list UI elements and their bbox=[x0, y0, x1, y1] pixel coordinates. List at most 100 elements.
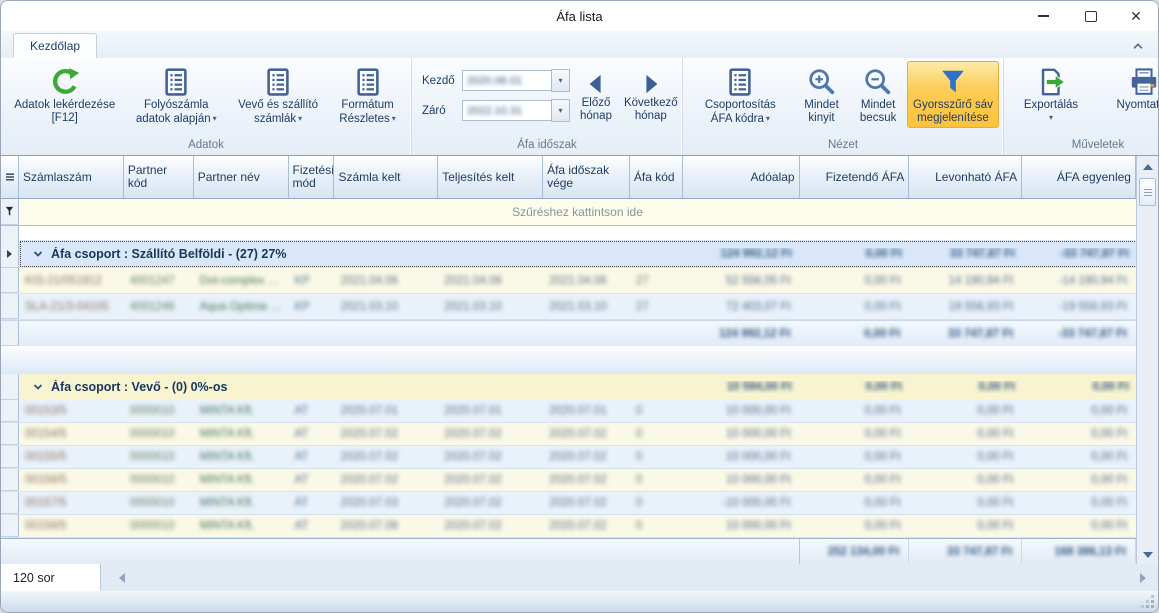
group-total-cell: 0,00 Ft bbox=[1024, 381, 1137, 393]
column-header-5[interactable]: Teljesítés kelt bbox=[438, 156, 543, 198]
cell: 00154/5 bbox=[19, 423, 124, 445]
column-header-10[interactable]: Levonható ÁFA bbox=[909, 156, 1022, 198]
maximize-button[interactable] bbox=[1071, 1, 1111, 31]
column-header-1[interactable]: Partner kód bbox=[124, 156, 194, 198]
column-header-0[interactable]: Számlaszám bbox=[19, 156, 124, 198]
end-date-field[interactable]: 2022.10.31 bbox=[462, 100, 551, 121]
table-row[interactable]: SLA-21/3-041054001246Aqua Optima …KP2021… bbox=[1, 294, 1136, 320]
end-date-dropdown-button[interactable]: ▾ bbox=[551, 99, 570, 122]
column-header-8[interactable]: Adóalap bbox=[683, 156, 800, 198]
column-header-11[interactable]: ÁFA egyenleg bbox=[1022, 156, 1136, 198]
cell: 0,00 Ft bbox=[1022, 515, 1136, 537]
table-row[interactable]: 00153/50000010MINTA Kft.AT2020.07.012020… bbox=[1, 400, 1136, 423]
scroll-left-button[interactable] bbox=[113, 564, 131, 591]
cell: 0,00 Ft bbox=[1022, 492, 1136, 514]
start-date-field[interactable]: 2020.06.01 bbox=[462, 70, 551, 91]
cell: 0 bbox=[630, 423, 683, 445]
cell: 0,00 Ft bbox=[1022, 469, 1136, 491]
cell: 2021.03.10 bbox=[334, 294, 438, 319]
vertical-scrollbar[interactable] bbox=[1136, 156, 1158, 565]
table-row[interactable]: 00158/50000010MINTA Kft.AT2020.07.062020… bbox=[1, 515, 1136, 538]
scroll-up-button[interactable] bbox=[1138, 157, 1157, 176]
cell: 0,00 Ft bbox=[909, 492, 1022, 514]
scroll-right-button[interactable] bbox=[1134, 564, 1152, 591]
refresh-data-button[interactable]: Adatok lekérdezése [F12] bbox=[5, 61, 124, 128]
column-header-4[interactable]: Számla kelt bbox=[334, 156, 438, 198]
cell: KP bbox=[289, 294, 335, 319]
cell: 2020.07.02 bbox=[438, 423, 543, 445]
cell: 2020.07.01 bbox=[334, 400, 438, 422]
collapse-all-button[interactable]: Mindet becsuk bbox=[849, 61, 907, 128]
group-row[interactable]: Áfa csoport : Szállító Belföldi - (27) 2… bbox=[1, 240, 1136, 268]
grip-icon bbox=[5, 172, 15, 182]
column-header-3[interactable]: Fizetési mód bbox=[289, 156, 335, 198]
table-row[interactable]: 00154/50000010MINTA Kft.AT2020.07.022020… bbox=[1, 423, 1136, 446]
ribbon-tab-bar: Kezdőlap bbox=[1, 31, 1158, 58]
list-icon bbox=[725, 67, 755, 97]
cell: 0000010 bbox=[124, 400, 194, 422]
group-by-vat-code-button[interactable]: Csoportosítás ÁFA kódra▾ bbox=[687, 61, 794, 129]
cell: Dot-complex … bbox=[194, 268, 289, 293]
filter-row[interactable]: Szűréshez kattintson ide bbox=[1, 199, 1136, 226]
previous-month-button[interactable]: Előző hónap bbox=[574, 61, 618, 126]
cell: 2020.07.01 bbox=[438, 400, 543, 422]
cell: SLA-21/3-04105 bbox=[19, 294, 124, 319]
end-date-label: Záró bbox=[422, 105, 462, 117]
expand-all-button[interactable]: Mindet kinyit bbox=[794, 61, 850, 128]
cell: MINTA Kft. bbox=[194, 400, 289, 422]
column-header-2[interactable]: Partner név bbox=[194, 156, 289, 198]
close-button[interactable]: ✕ bbox=[1116, 1, 1156, 31]
export-button[interactable]: Exportálás ▾ bbox=[1008, 61, 1094, 125]
cell: 00158/5 bbox=[19, 515, 124, 537]
subtotal-cell: 0,00 Ft bbox=[800, 321, 910, 346]
scroll-down-button[interactable] bbox=[1138, 545, 1157, 564]
quick-filter-toggle-button[interactable]: Gyorsszűrő sáv megjelenítése bbox=[907, 61, 999, 128]
minimize-button[interactable] bbox=[1023, 1, 1063, 31]
formatum-button[interactable]: Formátum Részletes▾ bbox=[328, 61, 407, 129]
vertical-scrollbar-thumb[interactable] bbox=[1139, 178, 1156, 206]
list-icon bbox=[161, 67, 191, 97]
close-icon: ✕ bbox=[1130, 9, 1142, 23]
cell: 2020.07.02 bbox=[438, 515, 543, 537]
column-header-label: Teljesítés kelt bbox=[442, 171, 514, 184]
table-row[interactable]: 00155/50000010MINTA Kft.AT2020.07.022020… bbox=[1, 446, 1136, 469]
resize-grip[interactable] bbox=[1151, 605, 1154, 608]
next-month-button[interactable]: Következő hónap bbox=[618, 61, 684, 126]
cell: 0000010 bbox=[124, 469, 194, 491]
folyoszamla-button[interactable]: Folyószámla adatok alapján▾ bbox=[124, 61, 228, 129]
cell: 14 190,94 Ft bbox=[909, 268, 1022, 293]
dropdown-caret-icon: ▾ bbox=[392, 112, 396, 125]
start-date-label: Kezdő bbox=[422, 75, 462, 87]
refresh-icon bbox=[50, 67, 80, 97]
table-row[interactable]: 00156/50000010MINTA Kft.AT2020.07.022020… bbox=[1, 469, 1136, 492]
vevo-szallito-button[interactable]: Vevő és szállító számlák▾ bbox=[228, 61, 328, 129]
cell: 2021.03.10 bbox=[543, 294, 630, 319]
group-subtotal-row: 124 992,12 Ft0,00 Ft33 747,87 Ft-33 747,… bbox=[1, 320, 1136, 346]
cell: 00156/5 bbox=[19, 469, 124, 491]
table-row[interactable]: 00157/50000010MINTA Kft.AT2020.07.032020… bbox=[1, 492, 1136, 515]
table-row[interactable]: KIS-21/0519124001247Dot-complex …KP2021.… bbox=[1, 268, 1136, 294]
button-label: Csoportosítás ÁFA kódra▾ bbox=[693, 99, 788, 126]
row-indicator bbox=[1, 400, 19, 422]
column-header-6[interactable]: Áfa időszak vége bbox=[543, 156, 630, 198]
tab-kezdolap[interactable]: Kezdőlap bbox=[13, 33, 97, 58]
column-header-7[interactable]: Áfa kód bbox=[630, 156, 683, 198]
group-total-cell: 33 747,87 Ft bbox=[911, 248, 1024, 260]
print-button[interactable]: Nyomtatás bbox=[1100, 61, 1159, 115]
group-row[interactable]: Áfa csoport : Vevő - (0) 0%-os10 594,00 … bbox=[1, 374, 1136, 400]
column-header-9[interactable]: Fizetendő ÁFA bbox=[800, 156, 910, 198]
focused-row-arrow bbox=[7, 250, 12, 258]
row-indicator bbox=[1, 446, 19, 468]
column-header-label: Partner kód bbox=[128, 164, 189, 190]
start-date-dropdown-button[interactable]: ▾ bbox=[551, 69, 570, 92]
horizontal-scrollbar[interactable]: 120 sor bbox=[1, 564, 1158, 592]
cell: 4001247 bbox=[124, 268, 194, 293]
grid-customize-cell[interactable] bbox=[1, 156, 19, 198]
cell: -10 000,00 Ft bbox=[683, 492, 800, 514]
collapse-ribbon-icon[interactable] bbox=[1130, 38, 1146, 54]
cell: KIS-21/051912 bbox=[19, 268, 124, 293]
dropdown-caret-icon: ▾ bbox=[1049, 114, 1053, 122]
cell: 0,00 Ft bbox=[800, 469, 910, 491]
cell: 0 bbox=[630, 446, 683, 468]
ribbon: Adatok lekérdezése [F12] Folyószámla ada… bbox=[1, 58, 1158, 156]
